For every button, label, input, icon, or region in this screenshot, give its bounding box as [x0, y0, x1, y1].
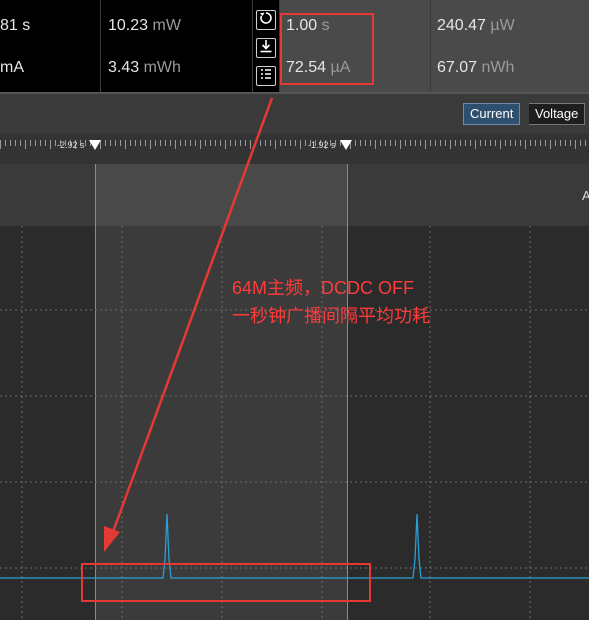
annotation-line-2: 一秒钟广播间隔平均功耗	[232, 306, 430, 326]
annotation-line-1: 64M主频，DCDC OFF	[232, 278, 415, 298]
highlight-box-baseline	[81, 563, 371, 602]
highlight-box-average-current	[280, 13, 374, 85]
